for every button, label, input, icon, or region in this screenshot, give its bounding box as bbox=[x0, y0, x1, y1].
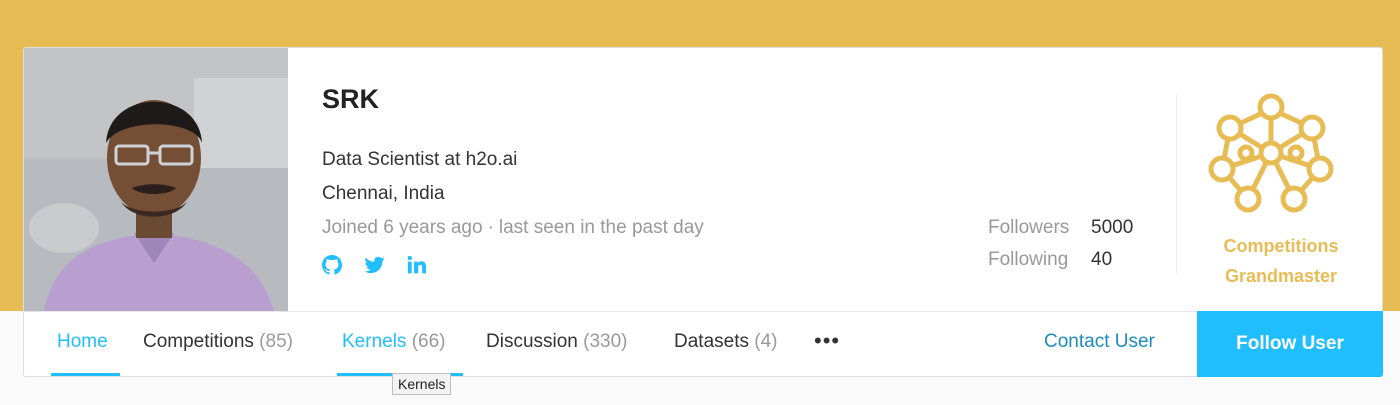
linkedin-icon[interactable] bbox=[406, 255, 428, 280]
tab-datasets[interactable]: Datasets (4) bbox=[674, 331, 778, 353]
tab-kernels-count: (66) bbox=[411, 331, 446, 352]
contact-user-button[interactable]: Contact User bbox=[1044, 331, 1155, 353]
following-count: 40 bbox=[1091, 249, 1113, 270]
tab-datasets-label: Datasets bbox=[674, 331, 749, 352]
followers-label: Followers bbox=[988, 217, 1070, 238]
grandmaster-badge-icon bbox=[1208, 93, 1334, 222]
github-icon[interactable] bbox=[322, 255, 342, 280]
tab-competitions-label: Competitions bbox=[143, 331, 254, 352]
tab-discussion[interactable]: Discussion (330) bbox=[486, 331, 628, 353]
tab-home-underline bbox=[51, 373, 120, 376]
tab-competitions[interactable]: Competitions (85) bbox=[143, 331, 293, 353]
separator-dot: · bbox=[487, 217, 494, 238]
tab-datasets-count: (4) bbox=[754, 331, 778, 352]
followers-stat[interactable]: Followers 5000 bbox=[988, 217, 1133, 239]
tier-label-line2: Grandmaster bbox=[1224, 266, 1338, 286]
following-stat[interactable]: Following 40 bbox=[988, 249, 1112, 271]
profile-location: Chennai, India bbox=[322, 183, 445, 204]
last-seen-text: last seen in the past day bbox=[498, 217, 704, 238]
follow-user-label: Follow User bbox=[1236, 333, 1344, 354]
profile-name: SRK bbox=[322, 84, 380, 114]
following-label: Following bbox=[988, 249, 1069, 270]
tab-kernels[interactable]: Kernels (66) bbox=[342, 331, 446, 353]
avatar bbox=[24, 48, 288, 311]
tab-competitions-count: (85) bbox=[259, 331, 293, 352]
vertical-divider bbox=[1176, 94, 1177, 274]
tab-home-label: Home bbox=[57, 331, 108, 352]
tier-label-line1: Competitions bbox=[1223, 236, 1339, 256]
profile-occupation: Data Scientist at h2o.ai bbox=[322, 149, 518, 170]
tab-kernels-label: Kernels bbox=[342, 331, 407, 352]
nav-divider bbox=[24, 311, 1382, 312]
profile-activity: Joined 6 years ago · last seen in the past… bbox=[322, 217, 704, 239]
tab-discussion-label: Discussion bbox=[486, 331, 578, 352]
profile-card: SRK Data Scientist at h2o.ai Chennai, In… bbox=[23, 47, 1383, 377]
more-options-icon[interactable]: ••• bbox=[814, 328, 840, 354]
follow-user-button[interactable]: Follow User bbox=[1197, 311, 1383, 377]
joined-text: Joined 6 years ago bbox=[322, 217, 483, 238]
tab-home[interactable]: Home bbox=[57, 331, 108, 353]
twitter-icon[interactable] bbox=[364, 255, 385, 280]
tab-discussion-count: (330) bbox=[583, 331, 628, 352]
tooltip: Kernels bbox=[392, 373, 452, 395]
followers-count: 5000 bbox=[1091, 217, 1134, 238]
